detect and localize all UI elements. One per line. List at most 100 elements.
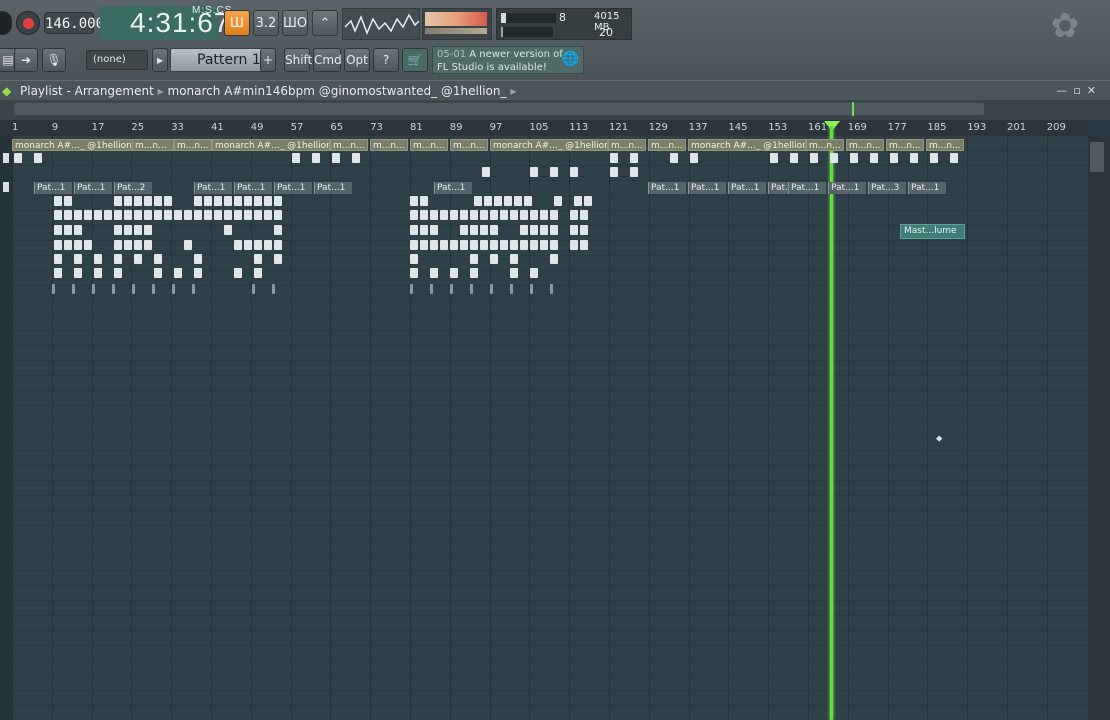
pattern-block[interactable] [134, 196, 142, 206]
pattern-block[interactable] [610, 153, 618, 163]
note-marker[interactable] [530, 284, 533, 294]
pattern-block[interactable] [420, 196, 428, 206]
pattern-block[interactable] [470, 240, 478, 250]
audio-clip[interactable]: m...n... [806, 139, 844, 151]
pattern-block[interactable] [124, 240, 132, 250]
pattern-block[interactable] [584, 196, 592, 206]
audio-clip[interactable]: m...n... [330, 139, 368, 151]
pattern-block[interactable] [520, 225, 528, 235]
pattern-block[interactable] [500, 210, 508, 220]
pattern-clip[interactable]: Pat...1 [314, 182, 352, 194]
pattern-block[interactable] [312, 153, 320, 163]
pattern-block[interactable] [410, 240, 418, 250]
pattern-prev-arrow-icon[interactable]: ▸ [152, 48, 168, 72]
pattern-block[interactable] [64, 196, 72, 206]
note-marker[interactable] [52, 284, 55, 294]
pattern-block[interactable] [224, 225, 232, 235]
pattern-block[interactable] [254, 196, 262, 206]
pattern-block[interactable] [550, 167, 558, 177]
pattern-block[interactable] [550, 210, 558, 220]
pattern-block[interactable] [570, 167, 578, 177]
pattern-block[interactable] [154, 210, 162, 220]
audio-clip[interactable]: monarch A#..._ @1hellion_ [490, 139, 608, 151]
metronome-icon[interactable]: ⌃ [312, 10, 338, 36]
vertical-scrollbar[interactable] [1088, 136, 1110, 720]
pattern-block[interactable] [630, 153, 638, 163]
pattern-block[interactable] [234, 240, 242, 250]
pattern-block[interactable] [114, 196, 122, 206]
pattern-block[interactable] [264, 210, 272, 220]
note-marker[interactable] [72, 284, 75, 294]
pattern-clip[interactable]: Pat...1 [688, 182, 726, 194]
pattern-block[interactable] [530, 240, 538, 250]
pattern-block[interactable] [550, 240, 558, 250]
pattern-block[interactable] [64, 210, 72, 220]
pattern-block[interactable] [74, 240, 82, 250]
pattern-block[interactable] [460, 210, 468, 220]
pattern-block[interactable] [84, 240, 92, 250]
pattern-block[interactable] [74, 254, 82, 264]
song-position-clock[interactable]: 4:31:67 M:S:CS [100, 6, 231, 40]
pattern-block[interactable] [332, 153, 340, 163]
pattern-block[interactable] [64, 240, 72, 250]
pattern-block[interactable] [94, 254, 102, 264]
pattern-block[interactable] [34, 153, 42, 163]
pattern-block[interactable] [134, 210, 142, 220]
pattern-block[interactable] [460, 240, 468, 250]
pattern-block[interactable] [114, 210, 122, 220]
pattern-block[interactable] [410, 196, 418, 206]
note-marker[interactable] [252, 284, 255, 294]
pattern-block[interactable] [530, 210, 538, 220]
pattern-block[interactable] [494, 196, 502, 206]
microphone-icon[interactable]: 🎙 [42, 48, 66, 72]
pattern-clip[interactable]: Pat...1 [728, 182, 766, 194]
pattern-block[interactable] [570, 240, 578, 250]
pattern-block[interactable] [510, 268, 518, 278]
note-marker[interactable] [152, 284, 155, 294]
pattern-clip[interactable]: Pat...2 [114, 182, 152, 194]
master-volume-meter[interactable] [422, 8, 492, 40]
pattern-block[interactable] [234, 210, 242, 220]
pattern-block[interactable] [530, 167, 538, 177]
pattern-block[interactable] [482, 167, 490, 177]
window-controls[interactable]: —▫✕ [1056, 81, 1102, 101]
pattern-block[interactable] [144, 210, 152, 220]
pattern-block[interactable] [490, 210, 498, 220]
pattern-block[interactable] [480, 210, 488, 220]
pattern-block[interactable] [14, 153, 22, 163]
pattern-block[interactable] [610, 167, 618, 177]
globe-icon[interactable]: 🌐 [562, 52, 579, 66]
pattern-block[interactable] [214, 210, 222, 220]
pattern-clip[interactable]: Pat...1 [648, 182, 686, 194]
pattern-block[interactable] [430, 225, 438, 235]
pattern-block[interactable] [510, 254, 518, 264]
pattern-block[interactable] [490, 240, 498, 250]
pattern-block[interactable] [580, 240, 588, 250]
pattern-block[interactable] [570, 225, 578, 235]
note-marker[interactable] [450, 284, 453, 294]
pattern-block[interactable] [352, 153, 360, 163]
pattern-block[interactable] [54, 196, 62, 206]
pattern-block[interactable] [244, 210, 252, 220]
pattern-block[interactable] [274, 225, 282, 235]
pattern-block[interactable] [474, 196, 482, 206]
pattern-block[interactable] [950, 153, 958, 163]
note-marker[interactable] [430, 284, 433, 294]
pattern-block[interactable] [550, 225, 558, 235]
pattern-block[interactable] [124, 210, 132, 220]
pattern-block[interactable] [194, 196, 202, 206]
pattern-block[interactable] [580, 210, 588, 220]
pattern-block[interactable] [74, 210, 82, 220]
pattern-block[interactable] [144, 196, 152, 206]
pattern-block[interactable] [480, 240, 488, 250]
pattern-clip[interactable]: Pat...1 [828, 182, 866, 194]
note-marker[interactable] [112, 284, 115, 294]
vertical-scroll-thumb[interactable] [1090, 142, 1104, 172]
pattern-block[interactable] [574, 196, 582, 206]
pattern-block[interactable] [204, 210, 212, 220]
pattern-block[interactable] [224, 196, 232, 206]
pattern-block[interactable] [420, 225, 428, 235]
pattern-block[interactable] [830, 153, 838, 163]
note-marker[interactable] [510, 284, 513, 294]
pattern-block[interactable] [930, 153, 938, 163]
